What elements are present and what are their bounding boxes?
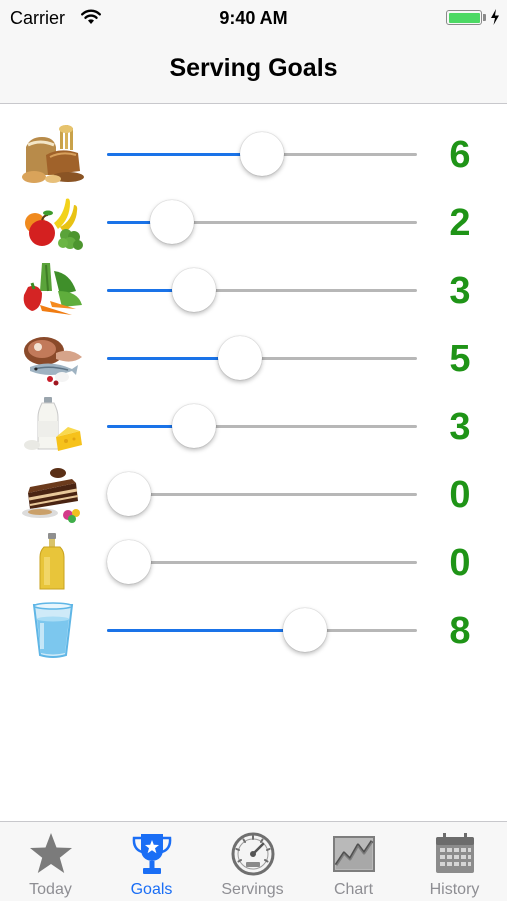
serving-goal-value: 3 [449, 406, 471, 448]
slider-track [107, 561, 417, 564]
tab-today[interactable]: Today [0, 822, 101, 901]
servings-slider[interactable] [107, 125, 417, 185]
slider-thumb[interactable] [171, 404, 216, 448]
servings-slider[interactable] [107, 193, 417, 253]
charging-icon [491, 9, 499, 25]
goal-row-dairy: 3 [0, 397, 507, 457]
servings-slider[interactable] [107, 533, 417, 593]
battery-icon [446, 10, 482, 25]
status-time: 9:40 AM [219, 8, 288, 28]
serving-goal-value: 3 [449, 270, 471, 312]
serving-goal-value: 0 [449, 474, 471, 516]
tab-history[interactable]: History [404, 822, 505, 901]
star-icon [30, 833, 72, 873]
water-icon [32, 602, 74, 658]
sweets-icon [22, 468, 80, 523]
slider-thumb[interactable] [150, 200, 195, 244]
serving-goal-value: 5 [449, 338, 471, 380]
goal-row-oils: 0 [0, 533, 507, 593]
tab-chart[interactable]: Chart [303, 822, 404, 901]
calendar-icon [436, 833, 474, 873]
goal-row-water: 8 [0, 601, 507, 661]
slider-track [107, 493, 417, 496]
status-bar: Carrier 9:40 AM [0, 0, 507, 36]
vegetables-icon [23, 263, 82, 315]
goal-row-vegetables: 3 [0, 261, 507, 321]
goal-row-sweets: 0 [0, 465, 507, 525]
tab-servings[interactable]: Servings [202, 822, 303, 901]
serving-goal-value: 6 [449, 134, 471, 176]
meat-fish-icon [24, 337, 82, 386]
servings-slider[interactable] [107, 261, 417, 321]
slider-track [107, 425, 417, 428]
fruits-icon [25, 198, 83, 250]
slider-thumb[interactable] [218, 336, 263, 380]
chart-icon [333, 836, 375, 872]
slider-fill [107, 629, 306, 632]
oil-icon [39, 533, 65, 590]
battery-tip [483, 14, 486, 21]
servings-slider[interactable] [107, 397, 417, 457]
tab-label: Servings [221, 881, 284, 898]
slider-thumb[interactable] [107, 540, 151, 584]
slider-fill [107, 153, 262, 156]
serving-goal-value: 2 [449, 202, 471, 244]
goal-row-grains: 6 [0, 125, 507, 185]
slider-thumb[interactable] [107, 472, 151, 516]
tab-bar: Today Goals Servings Chart History [0, 821, 507, 901]
dairy-icon [24, 397, 82, 451]
serving-goal-value: 8 [449, 610, 471, 652]
slider-thumb[interactable] [283, 608, 328, 652]
goal-row-meat-fish: 5 [0, 329, 507, 389]
tab-goals[interactable]: Goals [101, 822, 202, 901]
gauge-icon [231, 832, 275, 876]
tab-label: Goals [130, 881, 173, 898]
serving-goal-value: 0 [449, 542, 471, 584]
servings-slider[interactable] [107, 465, 417, 525]
page-title: Serving Goals [169, 54, 338, 82]
grains-icon [22, 125, 84, 183]
slider-thumb[interactable] [171, 268, 216, 312]
tab-label: History [429, 881, 480, 898]
slider-track [107, 289, 417, 292]
navigation-bar: Serving Goals [0, 36, 507, 104]
trophy-icon [132, 834, 172, 874]
goal-row-fruits: 2 [0, 193, 507, 253]
tab-label: Chart [333, 881, 374, 898]
slider-thumb[interactable] [240, 132, 284, 176]
tab-label: Today [29, 881, 72, 898]
slider-track [107, 629, 417, 632]
servings-slider[interactable] [107, 329, 417, 389]
servings-slider[interactable] [107, 601, 417, 661]
